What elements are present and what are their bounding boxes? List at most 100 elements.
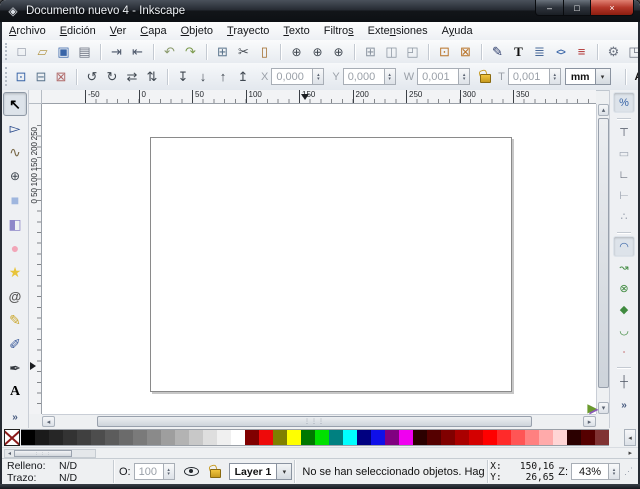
snapbar-overflow-chevron[interactable]: » <box>621 400 627 411</box>
opacity-spinner[interactable]: ▴▾ <box>164 463 175 480</box>
spin-down-icon[interactable]: ▾ <box>317 77 320 81</box>
select-all-layers-button[interactable]: ⊟ <box>31 67 51 87</box>
color-swatch[interactable] <box>525 429 539 446</box>
color-swatch[interactable] <box>105 429 119 446</box>
color-swatch[interactable] <box>77 429 91 446</box>
duplicate-button[interactable]: ⊞ <box>360 42 381 62</box>
menu-capa[interactable]: Capa <box>133 25 173 37</box>
color-swatch[interactable] <box>133 429 147 446</box>
no-color-swatch[interactable] <box>4 429 20 446</box>
color-swatch[interactable] <box>119 429 133 446</box>
toolbox-overflow-chevron[interactable]: » <box>12 412 18 423</box>
toolbar-grip[interactable] <box>5 67 7 86</box>
snap-cusp-nodes-toggle[interactable]: ◆ <box>613 299 635 320</box>
zoom-tool[interactable]: ⊕ <box>3 164 27 188</box>
text-dialog-button[interactable]: T <box>508 42 529 62</box>
color-swatch[interactable] <box>483 429 497 446</box>
color-swatch[interactable] <box>413 429 427 446</box>
menu-objeto[interactable]: Objeto <box>174 25 220 37</box>
flip-horizontal-button[interactable]: ⇄ <box>122 67 142 87</box>
snap-bbox-midpoints-toggle[interactable]: ⊢ <box>613 185 635 206</box>
create-clone-button[interactable]: ◫ <box>381 42 402 62</box>
layer-dropdown[interactable]: Layer 1 ▾ <box>229 463 293 480</box>
spin-down-icon[interactable]: ▾ <box>388 77 391 81</box>
color-swatch[interactable] <box>231 429 245 446</box>
open-document-button[interactable]: ▱ <box>32 42 53 62</box>
preferences-button[interactable]: ⚙ <box>603 42 624 62</box>
horizontal-scrollbar[interactable]: ◂ ⋮⋮⋮ ▸ <box>42 414 596 427</box>
tweak-tool[interactable]: ∿ <box>3 140 27 164</box>
ungroup-button[interactable]: ⊠ <box>455 42 476 62</box>
calligraphy-tool[interactable]: ✒ <box>3 356 27 380</box>
close-button[interactable]: × <box>590 0 634 16</box>
rotate-cw-button[interactable]: ↻ <box>102 67 122 87</box>
menu-extensiones[interactable]: Extensiones <box>361 25 435 37</box>
color-swatch[interactable] <box>385 429 399 446</box>
lock-ratio-icon[interactable] <box>479 70 491 83</box>
horizontal-scroll-thumb[interactable]: ⋮⋮⋮ <box>97 416 532 427</box>
rotate-ccw-button[interactable]: ↺ <box>82 67 102 87</box>
vertical-ruler[interactable]: 250200150100500 <box>29 104 42 414</box>
snap-bbox-edges-toggle[interactable]: ▭ <box>613 143 635 164</box>
zoom-selection-button[interactable]: ⊕ <box>286 42 307 62</box>
lower-to-bottom-button[interactable]: ↧ <box>173 67 193 87</box>
flip-vertical-button[interactable]: ⇅ <box>142 67 162 87</box>
snap-bbox-toggle[interactable]: ⊤ <box>613 122 635 143</box>
color-swatch[interactable] <box>273 429 287 446</box>
spinner[interactable]: ▴▾ <box>459 68 470 85</box>
color-swatch[interactable] <box>175 429 189 446</box>
menu-texto[interactable]: Texto <box>276 25 316 37</box>
selector-tool[interactable]: ↖ <box>3 92 27 116</box>
title-bar[interactable]: ◈ Documento nuevo 4 - Inkscape – □ × <box>0 0 640 22</box>
snap-enable-toggle[interactable]: % <box>613 92 635 113</box>
color-swatch[interactable] <box>539 429 553 446</box>
paste-button[interactable]: ▯ <box>254 42 275 62</box>
raise-button[interactable]: ↑ <box>213 67 233 87</box>
color-swatch[interactable] <box>595 429 609 446</box>
node-tool[interactable]: ▻ <box>3 116 27 140</box>
vertical-scrollbar[interactable]: ▴ ▾ <box>596 104 609 414</box>
color-swatch[interactable] <box>469 429 483 446</box>
color-swatch[interactable] <box>553 429 567 446</box>
new-document-button[interactable]: □ <box>11 42 32 62</box>
palette-scrollbar[interactable]: ◂ ⋮⋮⋮ <box>4 449 96 458</box>
color-management-toggle-icon[interactable]: ▶ <box>584 400 600 416</box>
opacity-field[interactable]: 100 <box>134 463 164 480</box>
snap-others-toggle[interactable]: ┼ <box>613 371 635 392</box>
toolbar-grip[interactable] <box>5 43 7 59</box>
cut-button[interactable]: ✂ <box>233 42 254 62</box>
zoom-drawing-button[interactable]: ⊕ <box>307 42 328 62</box>
print-button[interactable]: ▤ <box>74 42 95 62</box>
import-button[interactable]: ⇥ <box>106 42 127 62</box>
color-swatch[interactable] <box>329 429 343 446</box>
zoom-page-button[interactable]: ⊕ <box>328 42 349 62</box>
star-tool[interactable]: ★ <box>3 260 27 284</box>
menu-filtros[interactable]: Filtros <box>317 25 361 37</box>
color-swatch[interactable] <box>35 429 49 446</box>
menu-ver[interactable]: Ver <box>103 25 134 37</box>
color-swatch[interactable] <box>427 429 441 446</box>
snap-smooth-nodes-toggle[interactable]: ◡ <box>613 320 635 341</box>
palette-strip-right-icon[interactable]: ▸ <box>628 449 632 457</box>
deselect-button[interactable]: ⊠ <box>51 67 71 87</box>
unit-dropdown[interactable]: mm ▾ <box>565 68 611 85</box>
maximize-button[interactable]: □ <box>564 0 590 16</box>
color-swatch[interactable] <box>301 429 315 446</box>
horizontal-ruler[interactable]: -50050100150200250300350 <box>42 90 596 104</box>
snap-midpoints-toggle[interactable]: ∙ <box>613 341 635 362</box>
spin-down-icon[interactable]: ▾ <box>554 77 557 81</box>
color-swatch[interactable] <box>49 429 63 446</box>
layers-dialog-button[interactable]: ≣ <box>529 42 550 62</box>
menu-ayuda[interactable]: Ayuda <box>435 25 480 37</box>
menu-trayecto[interactable]: Trayecto <box>220 25 276 37</box>
spiral-tool[interactable]: @ <box>3 284 27 308</box>
color-swatch[interactable] <box>511 429 525 446</box>
select-all-button[interactable]: ⊡ <box>11 67 31 87</box>
snap-intersections-toggle[interactable]: ⊗ <box>613 278 635 299</box>
spinner[interactable]: ▴▾ <box>313 68 324 85</box>
zoom-field[interactable]: 43% <box>571 463 609 480</box>
text-tool[interactable]: A <box>3 380 27 404</box>
color-swatch[interactable] <box>497 429 511 446</box>
xml-editor-button[interactable]: <> <box>550 42 571 62</box>
color-swatch[interactable] <box>203 429 217 446</box>
